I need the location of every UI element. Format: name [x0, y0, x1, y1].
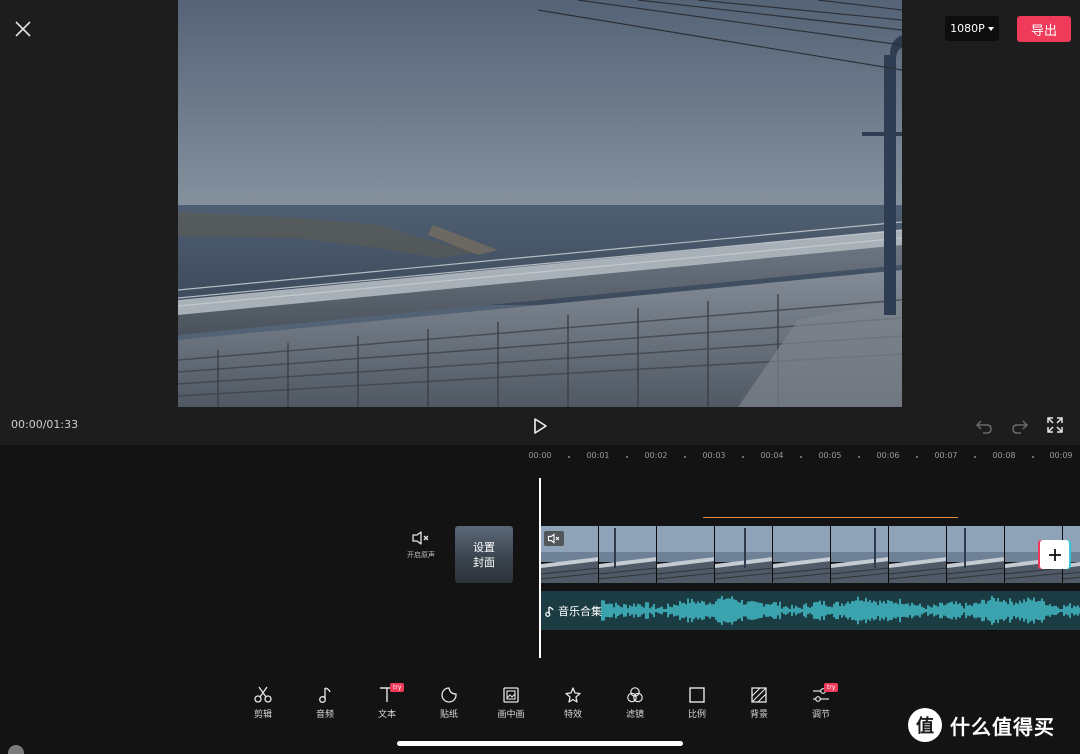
audio-track[interactable]: [541, 591, 1080, 630]
audio-waveform: [601, 596, 1080, 625]
tool-sticker[interactable]: 贴纸: [418, 686, 480, 720]
ratio-square-icon: [689, 687, 705, 703]
close-icon[interactable]: [12, 18, 34, 40]
ruler-dot: [742, 456, 744, 458]
ruler-tick: 00:06: [876, 451, 900, 460]
tool-background[interactable]: 背景: [728, 686, 790, 720]
tool-picture-in-picture[interactable]: 画中画: [480, 686, 542, 720]
ruler-tick: 00:04: [760, 451, 784, 460]
ruler-dot: [1032, 456, 1034, 458]
watermark: 值 什么值得买: [908, 708, 1055, 742]
play-icon[interactable]: [531, 416, 549, 436]
playhead[interactable]: [539, 478, 541, 658]
try-badge: try: [390, 683, 405, 692]
tool-adjust[interactable]: try 调节: [790, 683, 852, 720]
clip-thumbnail: [715, 526, 773, 583]
tool-label: 背景: [749, 710, 768, 720]
tool-label: 贴纸: [439, 710, 458, 720]
cover-label-line2: 封面: [473, 555, 495, 569]
video-clip-track[interactable]: [541, 526, 1080, 583]
video-preview[interactable]: [178, 0, 902, 407]
sticker-icon: [441, 687, 457, 703]
ruler-dot: [800, 456, 802, 458]
fullscreen-icon[interactable]: [1046, 416, 1064, 434]
effects-star-icon: [565, 687, 581, 703]
ruler-tick: 00:09: [1049, 451, 1073, 460]
ruler-tick: 00:07: [934, 451, 958, 460]
clip-thumbnail: [657, 526, 715, 583]
speaker-mute-icon: [547, 533, 560, 544]
clip-thumbnail: [773, 526, 831, 583]
track-indicator-line: [703, 517, 958, 518]
tool-label: 音频: [315, 710, 334, 720]
ruler-tick: 00:02: [644, 451, 668, 460]
original-sound-label: 开启原声: [407, 551, 435, 559]
home-indicator[interactable]: [397, 741, 683, 746]
tool-label: 剪辑: [253, 710, 272, 720]
undo-icon[interactable]: [975, 417, 993, 435]
add-clip-button[interactable]: [1040, 540, 1069, 569]
tool-filter[interactable]: 滤镜: [604, 686, 666, 720]
timeline-ruler[interactable]: 00:00 00:01 00:02 00:03 00:04 00:05 00:0…: [0, 445, 1080, 467]
speaker-mute-icon: [412, 531, 429, 545]
tool-cut[interactable]: 剪辑: [232, 686, 294, 720]
ruler-tick: 00:03: [702, 451, 726, 460]
preview-area: 1080P 导出 00:00/01:33: [0, 0, 1080, 445]
try-badge: try: [824, 683, 839, 692]
music-note-icon: [545, 605, 554, 617]
clip-thumbnail: [889, 526, 947, 583]
music-note-icon: [319, 687, 331, 703]
ruler-dot: [684, 456, 686, 458]
watermark-logo: 值: [908, 708, 942, 742]
audio-track-label: 音乐合集: [545, 603, 602, 619]
video-frame-image: [178, 0, 902, 407]
scissors-icon: [254, 686, 272, 703]
export-button[interactable]: 导出: [1017, 16, 1071, 42]
ruler-tick: 00:00: [528, 451, 552, 460]
ruler-dot: [974, 456, 976, 458]
clip-thumbnail: [947, 526, 1005, 583]
redo-icon[interactable]: [1011, 417, 1029, 435]
assistive-touch-button[interactable]: [8, 745, 24, 754]
tool-label: 调节: [811, 710, 830, 720]
audio-track-name: 音乐合集: [558, 605, 602, 618]
background-hatch-icon: [751, 687, 767, 703]
ruler-dot: [916, 456, 918, 458]
ruler-dot: [858, 456, 860, 458]
ruler-dot: [568, 456, 570, 458]
picture-in-picture-icon: [503, 687, 519, 703]
ruler-dot: [626, 456, 628, 458]
resolution-label: 1080P: [950, 22, 985, 35]
tool-label: 比例: [687, 710, 706, 720]
ruler-tick: 00:08: [992, 451, 1016, 460]
clip-thumbnail: [599, 526, 657, 583]
watermark-text: 什么值得买: [950, 714, 1055, 739]
clip-thumbnail: [831, 526, 889, 583]
tool-label: 特效: [563, 710, 582, 720]
clip-mute-badge: [544, 531, 564, 546]
filter-circles-icon: [627, 687, 643, 703]
tool-label: 滤镜: [625, 710, 644, 720]
resolution-select[interactable]: 1080P: [945, 16, 999, 41]
tool-audio[interactable]: 音频: [294, 686, 356, 720]
playback-time: 00:00/01:33: [11, 418, 79, 431]
tool-effects[interactable]: 特效: [542, 686, 604, 720]
tool-label: 文本: [377, 710, 396, 720]
video-editor: 1080P 导出 00:00/01:33 00:00 00:01 00:02 0…: [0, 0, 1080, 754]
ruler-tick: 00:01: [586, 451, 610, 460]
tool-label: 画中画: [497, 710, 525, 720]
cover-label-line1: 设置: [473, 540, 495, 554]
caret-down-icon: [987, 26, 994, 31]
plus-icon: [1048, 548, 1061, 561]
original-sound-toggle[interactable]: 开启原声: [401, 530, 441, 560]
tool-text[interactable]: try 文本: [356, 683, 418, 720]
bottom-toolbar: 剪辑 音频 try 文本 贴纸 画中画 特效 滤镜 比例 背景 try 调节: [232, 683, 852, 726]
ruler-tick: 00:05: [818, 451, 842, 460]
tool-ratio[interactable]: 比例: [666, 686, 728, 720]
set-cover-button[interactable]: 设置 封面: [455, 526, 513, 583]
